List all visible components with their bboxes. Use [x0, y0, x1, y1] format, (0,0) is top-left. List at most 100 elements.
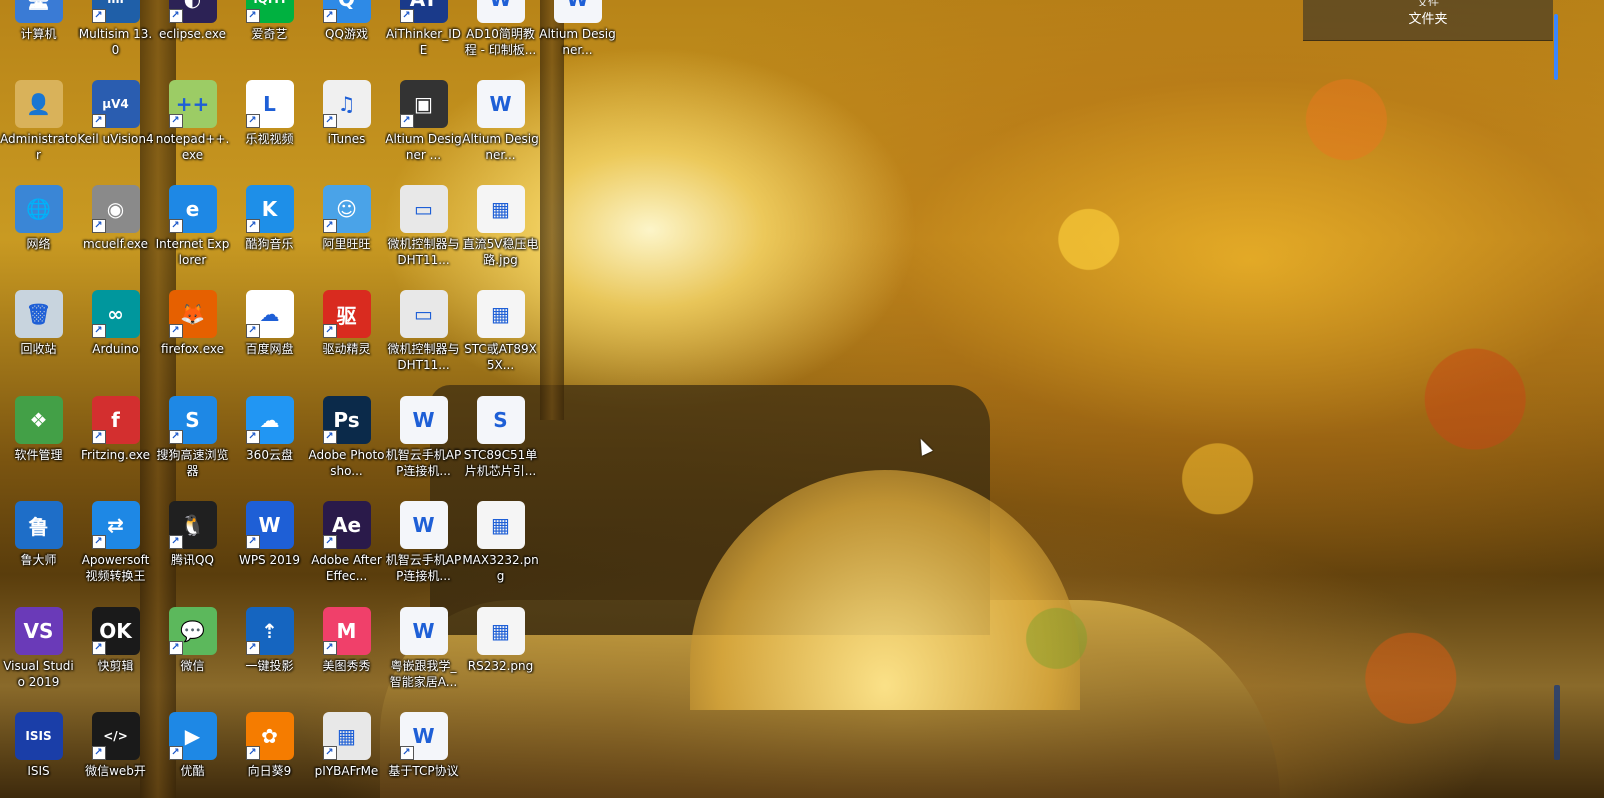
- desktop-icon[interactable]: ◉ ↗ mcuelf.exe: [77, 185, 154, 285]
- desktop-icon[interactable]: ♫ ↗ iTunes: [308, 80, 385, 180]
- desktop-icon-label: Adobe Photosho...: [308, 448, 385, 478]
- desktop-icon[interactable]: ❖ 软件管理: [0, 396, 77, 496]
- word-doc-icon: W: [399, 396, 448, 444]
- word-doc-icon: W: [399, 607, 448, 655]
- desktop-icon[interactable]: W 机智云手机APP连接机...: [385, 396, 462, 496]
- desktop-icon[interactable]: ▦ 直流5V稳压电路.jpg: [462, 185, 539, 285]
- 360-cloud-icon: ☁ ↗: [245, 396, 294, 444]
- firefox-icon: 🦊 ↗: [168, 290, 217, 338]
- desktop-icon[interactable]: ☺ ↗ 阿里旺旺: [308, 185, 385, 285]
- shortcut-arrow-icon: ↗: [245, 641, 260, 655]
- scrollbar-thumb[interactable]: [1554, 14, 1558, 80]
- desktop-icon[interactable]: ▭ 微机控制器与DHT11...: [385, 290, 462, 390]
- desktop-icon-label: 酷狗音乐: [245, 237, 294, 251]
- keil-icon: μV4 ↗: [91, 80, 140, 128]
- desktop-icon[interactable]: e ↗ Internet Explorer: [154, 185, 231, 285]
- qq-icon: 🐧 ↗: [168, 501, 217, 549]
- desktop-icon[interactable]: S STC89C51单片机芯片引...: [462, 396, 539, 496]
- desktop-icon[interactable]: ☁ ↗ 360云盘: [231, 396, 308, 496]
- desktop-icon[interactable]: W 粤嵌跟我学_智能家居A...: [385, 607, 462, 707]
- desktop-icon[interactable]: 鲁鲁大师: [0, 501, 77, 601]
- desktop-icon[interactable]: μV4 ↗ Keil uVision4: [77, 80, 154, 180]
- desktop[interactable]: 🖥 计算机 ılıl↗ Multisim 13.0 ◐↗ eclipse.exe iQIYI…: [0, 0, 1604, 798]
- desktop-icon[interactable]: K ↗ 酷狗音乐: [231, 185, 308, 285]
- shortcut-arrow-icon: ↗: [91, 430, 106, 444]
- image-file-icon: ▦ ↗: [322, 712, 371, 760]
- desktop-icon-label: Internet Explorer: [155, 237, 230, 267]
- desktop-icon[interactable]: W ↗ WPS 2019: [231, 501, 308, 601]
- desktop-icon-label: 软件管理: [14, 448, 63, 462]
- desktop-icon[interactable]: OK ↗ 快剪辑: [77, 607, 154, 707]
- desktop-icon[interactable]: 驱 ↗ 驱动精灵: [308, 290, 385, 390]
- desktop-icon[interactable]: W Altium Designer...: [539, 0, 616, 75]
- desktop-icon[interactable]: Q↗ QQ游戏: [308, 0, 385, 75]
- desktop-icon[interactable]: W ↗ 基于TCP协议: [385, 712, 462, 798]
- desktop-icon-label: Altium Designer...: [462, 132, 539, 162]
- desktop-icon[interactable]: ▣ ↗ Altium Designer ...: [385, 80, 462, 180]
- desktop-icon[interactable]: Ps ↗ Adobe Photosho...: [308, 396, 385, 496]
- desktop-icon[interactable]: ✿ ↗ 向日葵9: [231, 712, 308, 798]
- shortcut-arrow-icon: ↗: [245, 9, 260, 23]
- desktop-icon[interactable]: f ↗ Fritzing.exe: [77, 396, 154, 496]
- kugou-icon: K ↗: [245, 185, 294, 233]
- desktop-icon-label: AD10简明教程 - 印制板...: [464, 27, 537, 57]
- desktop-icon[interactable]: ☁ ↗ 百度网盘: [231, 290, 308, 390]
- desktop-icon-label: STC89C51单片机芯片引...: [463, 448, 538, 478]
- desktop-icon[interactable]: ⇡ ↗ 一键投影: [231, 607, 308, 707]
- desktop-icon[interactable]: ▦ ↗ pIYBAFrMe: [308, 712, 385, 798]
- user-folder-icon: 👤: [14, 80, 63, 128]
- desktop-icon[interactable]: iQIYI↗ 爱奇艺: [231, 0, 308, 75]
- desktop-icon[interactable]: ∞ ↗ Arduino: [77, 290, 154, 390]
- desktop-icon[interactable]: ◐↗ eclipse.exe: [154, 0, 231, 75]
- desktop-icon-label: 360云盘: [246, 448, 293, 462]
- desktop-icon[interactable]: </> ↗ 微信web开: [77, 712, 154, 798]
- shortcut-arrow-icon: ↗: [322, 9, 337, 23]
- desktop-icon[interactable]: ▶ ↗ 优酷: [154, 712, 231, 798]
- desktop-icon[interactable]: ılıl↗ Multisim 13.0: [77, 0, 154, 75]
- aliwangwang-icon: ☺ ↗: [322, 185, 371, 233]
- image-file-icon: ▦: [476, 501, 525, 549]
- desktop-icon[interactable]: M ↗ 美图秀秀: [308, 607, 385, 707]
- desktop-icon[interactable]: 🗑 回收站: [0, 290, 77, 390]
- desktop-icon-label: Adobe After Effec...: [311, 553, 382, 583]
- desktop-icon[interactable]: ++ ↗ notepad++.exe: [154, 80, 231, 180]
- shortcut-arrow-icon: ↗: [399, 114, 414, 128]
- desktop-icon[interactable]: Ae ↗ Adobe After Effec...: [308, 501, 385, 601]
- desktop-icon[interactable]: AT↗ AiThinker_IDE: [385, 0, 462, 75]
- folder-toolbar[interactable]: 文件 文件夹: [1303, 0, 1553, 41]
- desktop-icon[interactable]: W AD10简明教程 - 印制板...: [462, 0, 539, 75]
- desktop-icon[interactable]: 💬 ↗ 微信: [154, 607, 231, 707]
- desktop-icon[interactable]: ▦ STC或AT89X5X...: [462, 290, 539, 390]
- desktop-icon[interactable]: W 机智云手机APP连接机...: [385, 501, 462, 601]
- desktop-icon[interactable]: ▦ RS232.png: [462, 607, 539, 707]
- desktop-icon[interactable]: 🐧 ↗ 腾讯QQ: [154, 501, 231, 601]
- shortcut-arrow-icon: ↗: [168, 535, 183, 549]
- desktop-icon[interactable]: 🌐 网络: [0, 185, 77, 285]
- shortcut-arrow-icon: ↗: [245, 114, 260, 128]
- desktop-icon[interactable]: W Altium Designer...: [462, 80, 539, 180]
- scrollbar-thumb[interactable]: [1554, 685, 1560, 760]
- desktop-icon[interactable]: ▭ 微机控制器与DHT11...: [385, 185, 462, 285]
- desktop-icon-label: Arduino: [92, 342, 139, 356]
- desktop-icon-label: 微机控制器与DHT11...: [387, 342, 460, 372]
- desktop-icon-label: iTunes: [327, 132, 366, 146]
- desktop-icon-label: 基于TCP协议: [388, 764, 459, 778]
- aithinker-icon: AT↗: [399, 0, 448, 23]
- desktop-icon-label: 爱奇艺: [251, 27, 288, 41]
- desktop-icon[interactable]: 🦊 ↗ firefox.exe: [154, 290, 231, 390]
- desktop-icon[interactable]: ▦ MAX3232.png: [462, 501, 539, 601]
- desktop-icon-label: 直流5V稳压电路.jpg: [462, 237, 539, 267]
- desktop-icon-label: 向日葵9: [247, 764, 292, 778]
- desktop-icon[interactable]: ISIS ISIS: [0, 712, 77, 798]
- desktop-icon-label: MAX3232.png: [462, 553, 539, 583]
- desktop-icon[interactable]: 🖥 计算机: [0, 0, 77, 75]
- desktop-icon[interactable]: ⇄ ↗ Apowersoft视频转换王: [77, 501, 154, 601]
- shortcut-arrow-icon: ↗: [245, 535, 260, 549]
- image-file-icon: ▭: [399, 185, 448, 233]
- desktop-icon[interactable]: S ↗ 搜狗高速浏览器: [154, 396, 231, 496]
- folder-toolbar-label[interactable]: 文件夹: [1303, 6, 1553, 34]
- desktop-icon[interactable]: 👤 Administrator: [0, 80, 77, 180]
- desktop-icon[interactable]: L ↗ 乐视视频: [231, 80, 308, 180]
- isis-icon: ISIS: [14, 712, 63, 760]
- desktop-icon[interactable]: VS Visual Studio 2019: [0, 607, 77, 707]
